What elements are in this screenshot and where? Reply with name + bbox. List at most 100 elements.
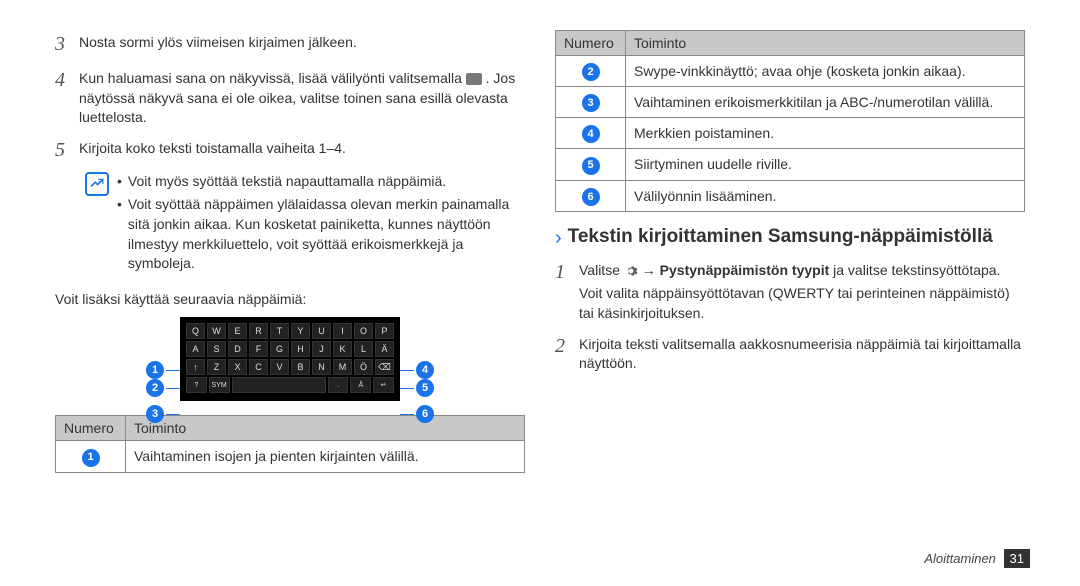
section-heading: › Tekstin kirjoittaminen Samsung-näppäim… bbox=[555, 226, 1025, 250]
chevron-icon: › bbox=[555, 226, 562, 250]
keyboard-key: ⌫ bbox=[375, 359, 394, 375]
step-number: 1 bbox=[555, 258, 579, 324]
step-text: Nosta sormi ylös viimeisen kirjaimen jäl… bbox=[79, 30, 525, 58]
step-number: 5 bbox=[55, 136, 79, 164]
keyboard-key: M bbox=[333, 359, 352, 375]
keyboard-key: C bbox=[249, 359, 268, 375]
keyboard-key: ↑ bbox=[186, 359, 205, 375]
keyboard-key: G bbox=[270, 341, 289, 357]
page-footer: Aloittaminen 31 bbox=[924, 551, 1030, 566]
keyboard-key: Å bbox=[350, 377, 371, 393]
keyboard-key: H bbox=[291, 341, 310, 357]
table-row: 1 Vaihtaminen isojen ja pienten kirjaint… bbox=[56, 441, 525, 472]
keyboard-key: Ä bbox=[375, 341, 394, 357]
function-table-left: Numero Toiminto 1 Vaihtaminen isojen ja … bbox=[55, 415, 525, 472]
bullet-item: • Voit myös syöttää tekstiä napauttamall… bbox=[117, 172, 525, 192]
table-row: 6 Välilyönnin lisääminen. bbox=[556, 180, 1025, 211]
keyboard-key: B bbox=[291, 359, 310, 375]
bullet-dot: • bbox=[117, 172, 122, 192]
keyboard-key: Z bbox=[207, 359, 226, 375]
keyboard-key: E bbox=[228, 323, 247, 339]
keyboard-key: Q bbox=[186, 323, 205, 339]
bullet-text: Voit myös syöttää tekstiä napauttamalla … bbox=[128, 172, 446, 192]
keyboard-key: N bbox=[312, 359, 331, 375]
bold-text: Pystynäppäimistön tyypit bbox=[660, 262, 830, 278]
step-number: 4 bbox=[55, 66, 79, 128]
callout-5: 5 bbox=[400, 379, 434, 397]
keyboard-key: F bbox=[249, 341, 268, 357]
step-text: Kirjoita teksti valitsemalla aakkosnumee… bbox=[579, 332, 1025, 374]
text-segment: Valitse bbox=[579, 262, 624, 278]
keyboard-key: L bbox=[354, 341, 373, 357]
heading-text: Tekstin kirjoittaminen Samsung-näppäimis… bbox=[568, 226, 993, 249]
keyboard-key: ↵ bbox=[373, 377, 394, 393]
step-number: 2 bbox=[555, 332, 579, 374]
table-cell-text: Swype-vinkkinäyttö; avaa ohje (kosketa j… bbox=[626, 56, 1025, 87]
table-cell-num: 2 bbox=[556, 56, 626, 87]
note-block: • Voit myös syöttää tekstiä napauttamall… bbox=[85, 172, 525, 278]
keyboard-key: D bbox=[228, 341, 247, 357]
keyboard-key: Ö bbox=[354, 359, 373, 375]
table-cell-num: 3 bbox=[556, 87, 626, 118]
footer-page-number: 31 bbox=[1004, 549, 1030, 568]
space-key-icon bbox=[466, 73, 482, 85]
table-cell-text: Vaihtaminen erikoismerkkitilan ja ABC-/n… bbox=[626, 87, 1025, 118]
step-4: 4 Kun haluamasi sana on näkyvissä, lisää… bbox=[55, 66, 525, 128]
text-segment: → bbox=[642, 262, 660, 278]
table-row: 3 Vaihtaminen erikoismerkkitilan ja ABC-… bbox=[556, 87, 1025, 118]
table-row: 4 Merkkien poistaminen. bbox=[556, 118, 1025, 149]
table-row: 5 Siirtyminen uudelle riville. bbox=[556, 149, 1025, 180]
table-cell-num: 1 bbox=[56, 441, 126, 472]
callout-2: 2 bbox=[146, 379, 180, 397]
keyboard-key: O bbox=[354, 323, 373, 339]
step-text: Kun haluamasi sana on näkyvissä, lisää v… bbox=[79, 66, 525, 128]
keyboard-graphic: QWERTYUIOP ASDFGHJKLÄ ↑ZXCVBNMÖ⌫ ?SYM .Å… bbox=[180, 317, 400, 401]
right-column: Numero Toiminto 2 Swype-vinkkinäyttö; av… bbox=[540, 30, 1040, 566]
keyboard-key: P bbox=[375, 323, 394, 339]
keyboard-key: W bbox=[207, 323, 226, 339]
note-list: • Voit myös syöttää tekstiä napauttamall… bbox=[117, 172, 525, 278]
keyboard-key: . bbox=[328, 377, 349, 393]
table-cell-text: Vaihtaminen isojen ja pienten kirjainten… bbox=[126, 441, 525, 472]
table-cell-text: Merkkien poistaminen. bbox=[626, 118, 1025, 149]
table-cell-num: 4 bbox=[556, 118, 626, 149]
text-segment: Voit valita näppäinsyöttötavan (QWERTY t… bbox=[579, 284, 1025, 323]
table-cell-text: Siirtyminen uudelle riville. bbox=[626, 149, 1025, 180]
table-cell-num: 6 bbox=[556, 180, 626, 211]
callout-6: 6 bbox=[400, 405, 434, 423]
keyboard-key: U bbox=[312, 323, 331, 339]
keyboard-key: I bbox=[333, 323, 352, 339]
keyboard-key: T bbox=[270, 323, 289, 339]
table-cell-num: 5 bbox=[556, 149, 626, 180]
step-number: 3 bbox=[55, 30, 79, 58]
function-table-right: Numero Toiminto 2 Swype-vinkkinäyttö; av… bbox=[555, 30, 1025, 212]
text-segment: Kun haluamasi sana on näkyvissä, lisää v… bbox=[79, 70, 466, 86]
gear-icon bbox=[624, 264, 638, 278]
table-row: 2 Swype-vinkkinäyttö; avaa ohje (kosketa… bbox=[556, 56, 1025, 87]
keyboard-key: X bbox=[228, 359, 247, 375]
step-5: 5 Kirjoita koko teksti toistamalla vaihe… bbox=[55, 136, 525, 164]
table-header: Numero bbox=[56, 416, 126, 441]
keyboard-key: ? bbox=[186, 377, 207, 393]
paragraph: Voit lisäksi käyttää seuraavia näppäimiä… bbox=[55, 290, 525, 310]
keyboard-key: R bbox=[249, 323, 268, 339]
keyboard-key: A bbox=[186, 341, 205, 357]
keyboard-key: Y bbox=[291, 323, 310, 339]
keyboard-key: S bbox=[207, 341, 226, 357]
keyboard-illustration: QWERTYUIOP ASDFGHJKLÄ ↑ZXCVBNMÖ⌫ ?SYM .Å… bbox=[55, 317, 525, 401]
footer-section: Aloittaminen bbox=[924, 551, 996, 566]
bullet-dot: • bbox=[117, 195, 122, 273]
callout-1: 1 bbox=[146, 361, 180, 379]
table-header: Toiminto bbox=[126, 416, 525, 441]
table-cell-text: Välilyönnin lisääminen. bbox=[626, 180, 1025, 211]
step-2: 2 Kirjoita teksti valitsemalla aakkosnum… bbox=[555, 332, 1025, 374]
step-3: 3 Nosta sormi ylös viimeisen kirjaimen j… bbox=[55, 30, 525, 58]
keyboard-key: V bbox=[270, 359, 289, 375]
table-header: Toiminto bbox=[626, 31, 1025, 56]
keyboard-key: J bbox=[312, 341, 331, 357]
step-text: Valitse → Pystynäppäimistön tyypit ja va… bbox=[579, 258, 1025, 324]
step-text: Kirjoita koko teksti toistamalla vaiheit… bbox=[79, 136, 525, 164]
bullet-item: • Voit syöttää näppäimen ylälaidassa ole… bbox=[117, 195, 525, 273]
text-segment: ja valitse tekstinsyöttötapa. bbox=[833, 262, 1000, 278]
table-header: Numero bbox=[556, 31, 626, 56]
